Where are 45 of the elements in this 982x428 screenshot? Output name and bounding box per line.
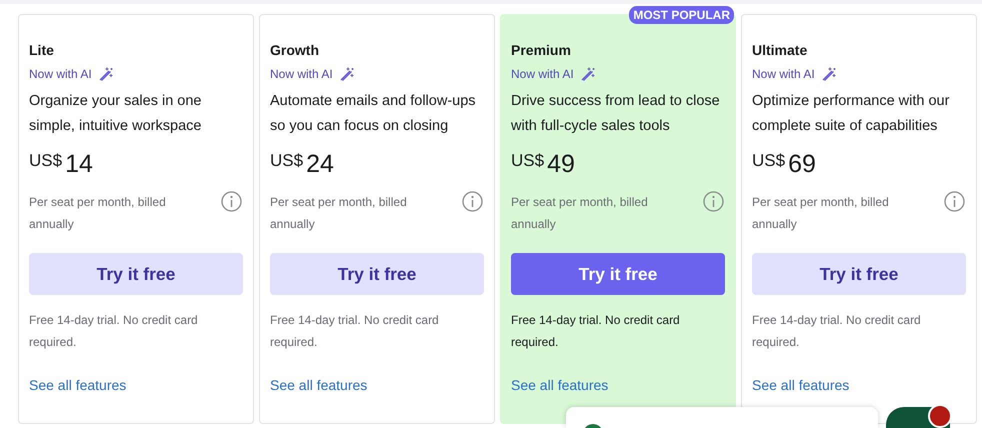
currency: US$ — [752, 151, 786, 171]
try-free-button[interactable]: Try it free — [29, 253, 243, 295]
ai-label: Now with AI — [270, 66, 333, 82]
try-free-button[interactable]: Try it free — [752, 253, 966, 295]
price: 14 — [65, 149, 93, 179]
see-features-link[interactable]: See all features — [511, 376, 608, 394]
info-icon[interactable] — [944, 191, 965, 212]
plan-description: Optimize performance with our complete suite of capabilities — [752, 92, 950, 136]
ai-label: Now with AI — [29, 66, 92, 82]
currency: US$ — [511, 151, 544, 171]
billing-note: Per seat per month, billed annually — [752, 194, 890, 233]
plan-description: Drive success from lead to close with full-cycle sales tools — [511, 92, 721, 136]
magic-wand-icon — [98, 66, 114, 82]
plan-description: Automate emails and follow-ups so you can focus on closing — [270, 92, 477, 136]
ai-label: Now with AI — [752, 66, 815, 82]
see-features-link[interactable]: See all features — [270, 376, 368, 394]
plan-name: Lite — [29, 41, 55, 59]
plan-name: Ultimate — [752, 41, 808, 59]
ai-label: Now with AI — [511, 66, 574, 82]
see-features-link[interactable]: See all features — [29, 376, 126, 394]
plan-name: Premium — [511, 41, 572, 59]
trial-note: Free 14-day trial. No credit card required. — [511, 312, 681, 351]
currency: US$ — [29, 151, 62, 171]
billing-note: Per seat per month, billed annually — [511, 194, 649, 233]
info-icon[interactable] — [703, 191, 724, 212]
magic-wand-icon — [580, 66, 596, 82]
try-free-button[interactable]: Try it free — [511, 253, 725, 295]
billing-note: Per seat per month, billed annually — [270, 194, 408, 233]
price: 49 — [547, 149, 575, 179]
billing-note: Per seat per month, billed annually — [29, 194, 167, 233]
price: 69 — [788, 149, 816, 179]
price: 24 — [306, 149, 334, 179]
see-features-link[interactable]: See all features — [752, 376, 850, 394]
trial-note: Free 14-day trial. No credit card required. — [752, 312, 922, 351]
popular-badge: MOST POPULAR — [629, 6, 734, 24]
magic-wand-icon — [338, 66, 355, 82]
plan-name: Growth — [270, 41, 320, 59]
info-icon[interactable] — [462, 191, 483, 212]
magic-wand-icon — [820, 66, 837, 82]
currency: US$ — [270, 151, 304, 171]
trial-note: Free 14-day trial. No credit card required. — [270, 312, 440, 351]
trial-note: Free 14-day trial. No credit card required. — [29, 312, 199, 351]
plan-description: Organize your sales in one simple, intuitive workspace — [29, 92, 202, 136]
try-free-button[interactable]: Try it free — [270, 253, 484, 295]
info-icon[interactable] — [221, 191, 242, 212]
